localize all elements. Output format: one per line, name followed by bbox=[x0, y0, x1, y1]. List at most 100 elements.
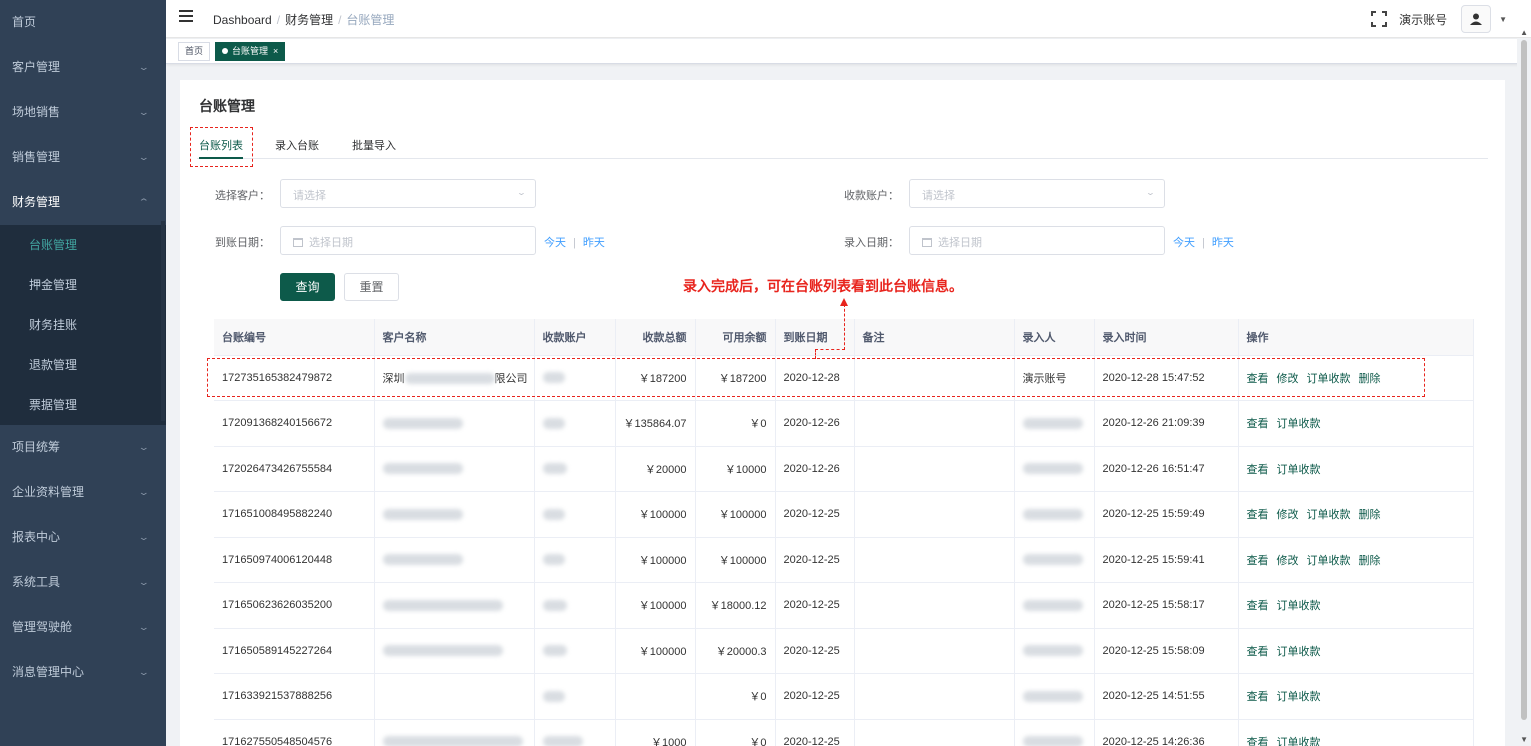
cell-id: 171633921537888256 bbox=[214, 673, 375, 720]
row-action-link[interactable]: 订单收款 bbox=[1277, 646, 1321, 658]
caret-down-icon[interactable]: ▼ bbox=[1499, 15, 1507, 24]
arrival-quick-links: 今天 | 昨天 bbox=[544, 234, 605, 250]
arrival-today-link[interactable]: 今天 bbox=[544, 237, 566, 249]
row-action-link[interactable]: 删除 bbox=[1359, 555, 1381, 567]
col-header-actions: 操作 bbox=[1238, 319, 1474, 356]
redacted-blur bbox=[382, 463, 463, 475]
hamburger-icon[interactable] bbox=[179, 10, 193, 24]
sidebar-subitem-invoice[interactable]: 票据管理 bbox=[0, 385, 166, 425]
row-action-link[interactable]: 查看 bbox=[1247, 646, 1269, 658]
row-action-link[interactable]: 订单收款 bbox=[1277, 600, 1321, 612]
cell-id: 172026473426755584 bbox=[214, 446, 375, 492]
arrival-yesterday-link[interactable]: 昨天 bbox=[583, 237, 605, 249]
cell-total: ￥20000 bbox=[615, 446, 696, 492]
cell-total: ￥100000 bbox=[615, 582, 696, 629]
breadcrumb-dashboard[interactable]: Dashboard bbox=[213, 13, 272, 27]
finance-submenu: 台账管理 押金管理 财务挂账 退款管理 票据管理 bbox=[0, 225, 166, 425]
cell-account bbox=[534, 582, 616, 629]
tab-batch-import[interactable]: 批量导入 bbox=[352, 137, 396, 153]
sidebar-item-reports[interactable]: 报表中心 ⌄ bbox=[0, 515, 166, 560]
cell-balance: ￥0 bbox=[695, 400, 776, 447]
scrollbar-thumb[interactable] bbox=[1521, 40, 1527, 720]
cell-note bbox=[854, 719, 1015, 746]
tag-ledger[interactable]: 台账管理 × bbox=[215, 42, 286, 61]
user-name[interactable]: 演示账号 bbox=[1399, 11, 1447, 28]
sidebar-subitem-refund[interactable]: 退款管理 bbox=[0, 345, 166, 385]
sidebar-scrollbar[interactable] bbox=[161, 221, 165, 421]
highlight-tab-box bbox=[190, 127, 253, 167]
fullscreen-icon[interactable] bbox=[1371, 11, 1388, 27]
cell-date: 2020-12-25 bbox=[775, 491, 855, 538]
chevron-down-icon: ⌄ bbox=[138, 62, 151, 72]
row-action-link[interactable]: 查看 bbox=[1247, 464, 1269, 476]
entry-date-picker[interactable]: 选择日期 bbox=[909, 226, 1165, 255]
cell-balance: ￥100000 bbox=[695, 537, 776, 583]
active-dot-icon bbox=[222, 48, 228, 54]
sidebar-item-sales[interactable]: 销售管理 ⌄ bbox=[0, 135, 166, 180]
close-icon[interactable]: × bbox=[273, 46, 278, 56]
row-action-link[interactable]: 查看 bbox=[1247, 600, 1269, 612]
chevron-down-icon: ⌄ bbox=[138, 577, 151, 587]
query-button[interactable]: 查询 bbox=[280, 273, 335, 301]
callout-line bbox=[844, 304, 845, 350]
cell-id: 172091368240156672 bbox=[214, 400, 375, 447]
entry-yesterday-link[interactable]: 昨天 bbox=[1212, 237, 1234, 249]
customer-select[interactable]: 请选择 ⌄ bbox=[280, 179, 536, 208]
row-action-link[interactable]: 订单收款 bbox=[1277, 737, 1321, 746]
sidebar-subitem-ledger[interactable]: 台账管理 bbox=[0, 225, 166, 265]
row-action-link[interactable]: 删除 bbox=[1359, 509, 1381, 521]
entry-date-placeholder: 选择日期 bbox=[938, 237, 982, 249]
row-action-link[interactable]: 订单收款 bbox=[1307, 555, 1351, 567]
arrival-date-picker[interactable]: 选择日期 bbox=[280, 226, 536, 255]
row-action-link[interactable]: 修改 bbox=[1277, 509, 1299, 521]
sidebar-item-project[interactable]: 项目统筹 ⌄ bbox=[0, 425, 166, 470]
sidebar-subitem-deposit[interactable]: 押金管理 bbox=[0, 265, 166, 305]
scroll-up-icon[interactable]: ▲ bbox=[1520, 28, 1528, 37]
top-navbar: Dashboard / 财务管理 / 台账管理 演示账号 ▼ bbox=[166, 0, 1531, 38]
sidebar-item-finance[interactable]: 财务管理 ⌃ bbox=[0, 180, 166, 225]
redacted-blur bbox=[382, 508, 463, 520]
account-select[interactable]: 请选择 ⌄ bbox=[909, 179, 1165, 208]
cell-total: ￥100000 bbox=[615, 537, 696, 583]
tab-add-ledger[interactable]: 录入台账 bbox=[275, 137, 319, 153]
cell-account bbox=[534, 400, 616, 447]
row-action-link[interactable]: 订单收款 bbox=[1277, 418, 1321, 430]
cell-entry-by bbox=[1014, 719, 1095, 746]
user-avatar-icon[interactable] bbox=[1461, 5, 1492, 33]
scroll-down-icon[interactable]: ▼ bbox=[1520, 735, 1528, 744]
row-action-link[interactable]: 查看 bbox=[1247, 555, 1269, 567]
sidebar-item-cockpit[interactable]: 管理驾驶舱 ⌄ bbox=[0, 605, 166, 650]
tag-label: 台账管理 bbox=[232, 46, 269, 56]
row-action-link[interactable]: 查看 bbox=[1247, 737, 1269, 746]
row-action-link[interactable]: 修改 bbox=[1277, 555, 1299, 567]
sidebar-item-venue-sales[interactable]: 场地销售 ⌄ bbox=[0, 90, 166, 135]
sidebar-item-customer[interactable]: 客户管理 ⌄ bbox=[0, 45, 166, 90]
sidebar-item-messages[interactable]: 消息管理中心 ⌄ bbox=[0, 650, 166, 695]
col-header-entry-time: 录入时间 bbox=[1094, 319, 1239, 356]
row-action-link[interactable]: 订单收款 bbox=[1277, 464, 1321, 476]
cell-account bbox=[534, 491, 616, 538]
cell-customer bbox=[374, 582, 535, 629]
row-action-link[interactable]: 查看 bbox=[1247, 691, 1269, 703]
row-action-link[interactable]: 查看 bbox=[1247, 509, 1269, 521]
entry-quick-links: 今天 | 昨天 bbox=[1173, 234, 1234, 250]
cell-entry-time: 2020-12-25 14:51:55 bbox=[1094, 673, 1239, 720]
arrival-date-label: 到账日期： bbox=[215, 237, 270, 249]
sidebar-subitem-accounts-payable[interactable]: 财务挂账 bbox=[0, 305, 166, 345]
cell-date: 2020-12-25 bbox=[775, 719, 855, 746]
customer-label: 选择客户： bbox=[215, 190, 270, 202]
row-action-link[interactable]: 订单收款 bbox=[1307, 509, 1351, 521]
page-scrollbar[interactable] bbox=[1517, 38, 1531, 746]
row-action-link[interactable]: 查看 bbox=[1247, 418, 1269, 430]
sidebar-item-tools[interactable]: 系统工具 ⌄ bbox=[0, 560, 166, 605]
account-label: 收款账户： bbox=[844, 190, 899, 202]
sidebar-item-enterprise[interactable]: 企业资料管理 ⌄ bbox=[0, 470, 166, 515]
cell-entry-time: 2020-12-25 14:26:36 bbox=[1094, 719, 1239, 746]
reset-button[interactable]: 重置 bbox=[344, 273, 399, 301]
tag-home[interactable]: 首页 bbox=[178, 42, 211, 61]
sidebar-item-label: 销售管理 bbox=[12, 150, 61, 164]
entry-today-link[interactable]: 今天 bbox=[1173, 237, 1195, 249]
cell-total: ￥135864.07 bbox=[615, 400, 696, 447]
sidebar-item-home[interactable]: 首页 bbox=[0, 0, 166, 45]
row-action-link[interactable]: 订单收款 bbox=[1277, 691, 1321, 703]
